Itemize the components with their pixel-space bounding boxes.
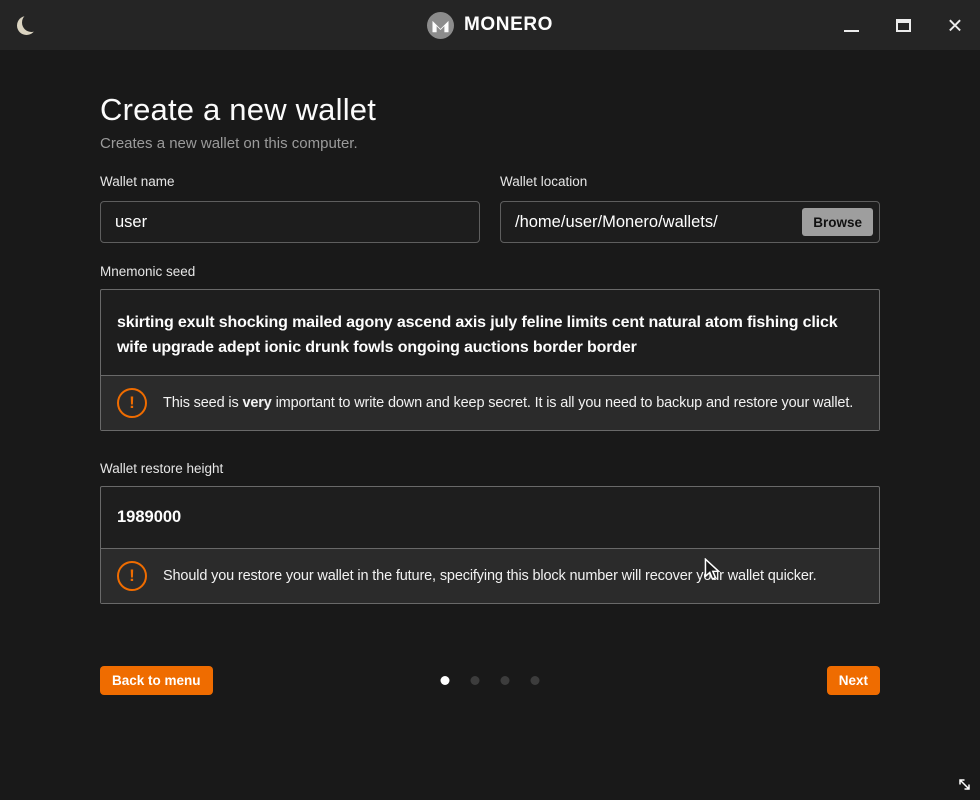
restore-height-box: 1989000 ! Should you restore your wallet… bbox=[100, 486, 880, 604]
wallet-name-label: Wallet name bbox=[100, 174, 480, 189]
restore-height-input[interactable]: 1989000 bbox=[101, 487, 879, 548]
window-controls: × bbox=[840, 0, 966, 50]
next-button[interactable]: Next bbox=[827, 666, 880, 695]
pagination-dots bbox=[441, 676, 540, 685]
mnemonic-seed-text[interactable]: skirting exult shocking mailed agony asc… bbox=[101, 290, 879, 375]
pagination-dot[interactable] bbox=[441, 676, 450, 685]
app-title: MONERO bbox=[464, 14, 553, 36]
minimize-button[interactable] bbox=[840, 11, 862, 39]
wallet-location-field: Wallet location Browse bbox=[500, 174, 880, 243]
mnemonic-seed-label: Mnemonic seed bbox=[100, 264, 880, 279]
minimize-icon bbox=[844, 30, 859, 32]
restore-warning-text: Should you restore your wallet in the fu… bbox=[163, 566, 817, 587]
titlebar: MONERO × bbox=[0, 0, 980, 50]
page-subtitle: Creates a new wallet on this computer. bbox=[100, 135, 880, 152]
mnemonic-seed-box: skirting exult shocking mailed agony asc… bbox=[100, 289, 880, 431]
seed-warning-text: This seed is very important to write dow… bbox=[163, 393, 853, 414]
wallet-name-field: Wallet name bbox=[100, 174, 480, 243]
pagination-dot[interactable] bbox=[501, 676, 510, 685]
warning-icon: ! bbox=[117, 388, 147, 418]
maximize-icon bbox=[896, 19, 911, 32]
browse-button[interactable]: Browse bbox=[802, 208, 873, 236]
seed-warning: ! This seed is very important to write d… bbox=[101, 375, 879, 430]
warning-exclamation: ! bbox=[129, 566, 135, 586]
monero-logo-icon bbox=[427, 12, 454, 39]
wallet-name-input[interactable] bbox=[100, 201, 480, 243]
close-button[interactable]: × bbox=[944, 11, 966, 39]
app-brand: MONERO bbox=[427, 12, 553, 39]
pagination-dot[interactable] bbox=[471, 676, 480, 685]
wallet-location-label: Wallet location bbox=[500, 174, 880, 189]
maximize-button[interactable] bbox=[892, 11, 914, 39]
wizard-page: Create a new wallet Creates a new wallet… bbox=[0, 92, 980, 695]
restore-height-label: Wallet restore height bbox=[100, 461, 880, 476]
theme-toggle-button[interactable] bbox=[16, 13, 40, 37]
restore-warning: ! Should you restore your wallet in the … bbox=[101, 548, 879, 603]
resize-handle-icon[interactable] bbox=[956, 776, 973, 793]
pagination-dot[interactable] bbox=[531, 676, 540, 685]
wizard-footer: Back to menu Next bbox=[100, 666, 880, 695]
warning-icon: ! bbox=[117, 561, 147, 591]
back-to-menu-button[interactable]: Back to menu bbox=[100, 666, 213, 695]
warning-exclamation: ! bbox=[129, 393, 135, 413]
moon-icon bbox=[22, 13, 41, 32]
close-icon: × bbox=[947, 12, 962, 38]
page-title: Create a new wallet bbox=[100, 92, 880, 128]
